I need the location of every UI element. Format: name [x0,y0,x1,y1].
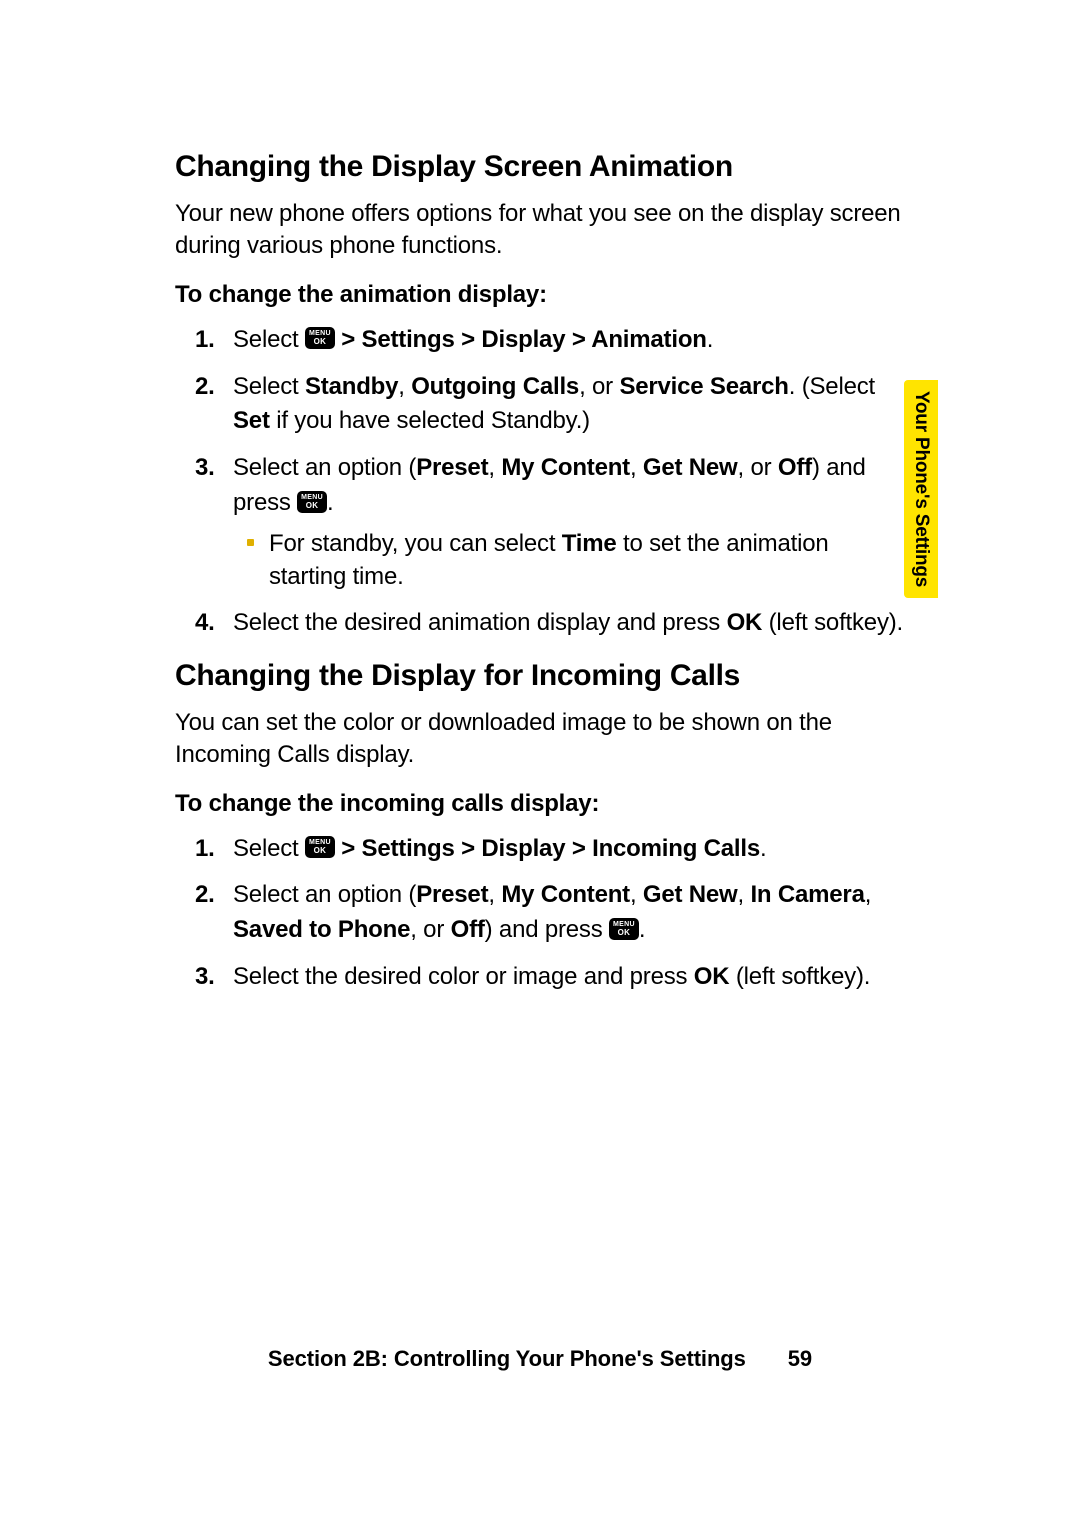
intro-animation: Your new phone offers options for what y… [175,198,910,263]
page-number: 59 [788,1346,812,1372]
menu-ok-icon: MENUOK [305,327,335,349]
bullet-item: For standby, you can select Time to set … [233,527,910,594]
step-2: 2. Select Standby, Outgoing Calls, or Se… [175,370,910,440]
step-1: 1. Select MENUOK > Settings > Display > … [175,323,910,358]
step-3: 3. Select an option (Preset, My Content,… [175,451,910,594]
heading-animation: Changing the Display Screen Animation [175,150,910,184]
step-4: 4. Select the desired animation display … [175,606,910,641]
step-3: 3. Select the desired color or image and… [175,960,910,995]
nav-path: > Settings > Display > Incoming Calls [335,835,760,862]
side-tab-label: Your Phone's Settings [910,391,932,587]
menu-ok-icon: MENUOK [297,491,327,513]
step-1: 1. Select MENUOK > Settings > Display > … [175,832,910,867]
subheading-incoming: To change the incoming calls display: [175,790,910,818]
menu-ok-icon: MENUOK [305,836,335,858]
steps-incoming: 1. Select MENUOK > Settings > Display > … [175,832,910,995]
footer-label: Section 2B: Controlling Your Phone's Set… [268,1346,746,1371]
sub-bullet: For standby, you can select Time to set … [233,527,910,594]
intro-incoming: You can set the color or downloaded imag… [175,707,910,772]
step-text: Select [233,326,305,353]
heading-incoming: Changing the Display for Incoming Calls [175,659,910,693]
nav-path: > Settings > Display > Animation [335,326,707,353]
side-tab: Your Phone's Settings [904,380,938,598]
subheading-animation: To change the animation display: [175,281,910,309]
page-footer: Section 2B: Controlling Your Phone's Set… [0,1346,1080,1372]
menu-ok-icon: MENUOK [609,918,639,940]
steps-animation: 1. Select MENUOK > Settings > Display > … [175,323,910,641]
step-2: 2. Select an option (Preset, My Content,… [175,878,910,948]
